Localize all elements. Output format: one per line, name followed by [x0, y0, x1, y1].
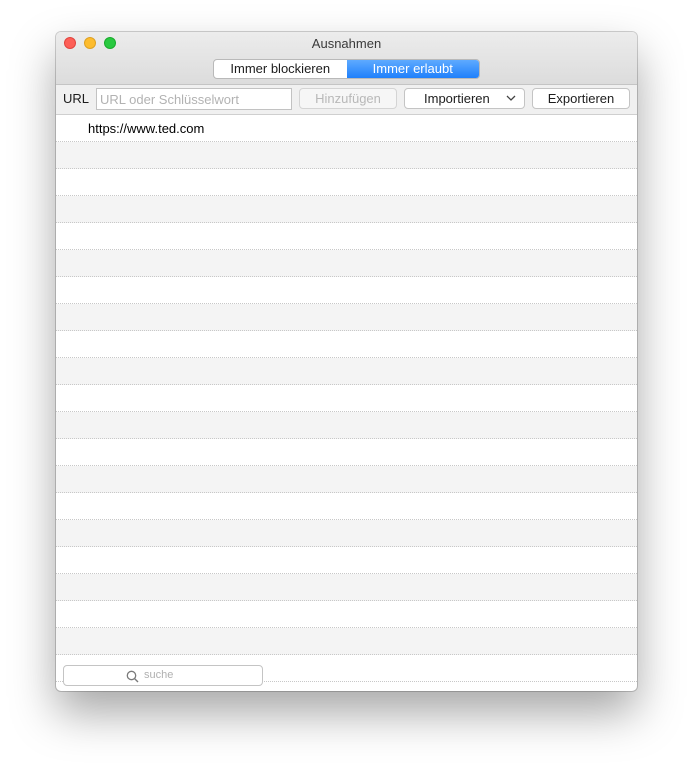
empty-list-row	[56, 223, 637, 250]
block-allow-segmented-control: Immer blockieren Immer erlaubt	[213, 59, 480, 79]
empty-list-row	[56, 628, 637, 655]
list-item[interactable]: https://www.ted.com	[56, 115, 637, 142]
empty-list-row	[56, 331, 637, 358]
chevron-down-icon	[506, 95, 516, 101]
empty-list-row	[56, 304, 637, 331]
empty-list-row	[56, 142, 637, 169]
tab-always-allow[interactable]: Immer erlaubt	[346, 60, 479, 78]
import-button-label: Importieren	[424, 91, 490, 106]
empty-list-row	[56, 601, 637, 628]
url-label: URL	[63, 91, 90, 106]
empty-list-row	[56, 385, 637, 412]
empty-list-row	[56, 439, 637, 466]
exceptions-list: https://www.ted.com	[56, 115, 637, 685]
window-title: Ausnahmen	[311, 36, 382, 51]
empty-list-row	[56, 169, 637, 196]
import-dropdown-button[interactable]: Importieren	[404, 88, 525, 109]
exceptions-window: Ausnahmen Immer blockieren Immer erlaubt…	[56, 32, 637, 691]
empty-list-row	[56, 358, 637, 385]
url-toolbar: URL Hinzufügen Importieren Exportieren	[56, 85, 637, 115]
empty-list-row	[56, 574, 637, 601]
empty-list-row	[56, 412, 637, 439]
empty-list-row	[56, 196, 637, 223]
title-bar: Ausnahmen Immer blockieren Immer erlaubt	[56, 32, 637, 85]
search-icon	[126, 670, 139, 683]
empty-list-row	[56, 250, 637, 277]
search-field[interactable]: suche	[63, 665, 263, 686]
empty-list-row	[56, 277, 637, 304]
empty-list-row	[56, 466, 637, 493]
url-input[interactable]	[96, 88, 292, 110]
empty-list-row	[56, 520, 637, 547]
empty-list-row	[56, 547, 637, 574]
add-button[interactable]: Hinzufügen	[299, 88, 397, 109]
empty-list-row	[56, 493, 637, 520]
export-button[interactable]: Exportieren	[532, 88, 630, 109]
search-placeholder: suche	[144, 669, 174, 681]
bottom-bar: suche	[56, 662, 637, 691]
tab-always-block[interactable]: Immer blockieren	[214, 60, 347, 78]
